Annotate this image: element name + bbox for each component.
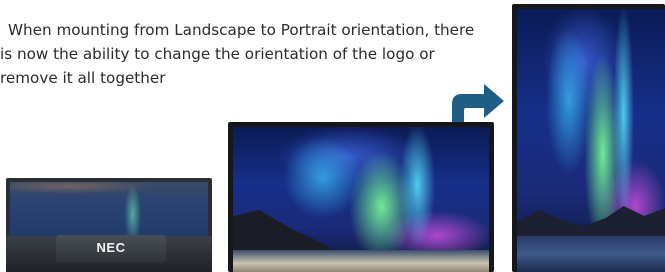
lake-reflection [517, 236, 665, 272]
aurora-portrait-screen [517, 9, 665, 272]
portrait-display-image [512, 4, 665, 272]
logo-bezel-closeup-image: NEC [6, 178, 212, 272]
landscape-display-image [228, 122, 494, 272]
logo-plate: NEC [56, 235, 166, 263]
aurora-landscape-screen [233, 127, 489, 272]
curved-arrow-right-icon [452, 84, 504, 122]
mountain-range [517, 206, 665, 238]
description-line-2: is now the ability to change the orienta… [0, 45, 435, 63]
monitor-screen-detail [10, 182, 208, 236]
orientation-description: When mounting from Landscape to Portrait… [0, 18, 500, 90]
description-line-3: remove it all together [0, 69, 166, 87]
description-line-1: When mounting from Landscape to Portrait… [8, 21, 475, 39]
beach-foreground [233, 250, 489, 272]
nec-logo: NEC [96, 240, 126, 255]
